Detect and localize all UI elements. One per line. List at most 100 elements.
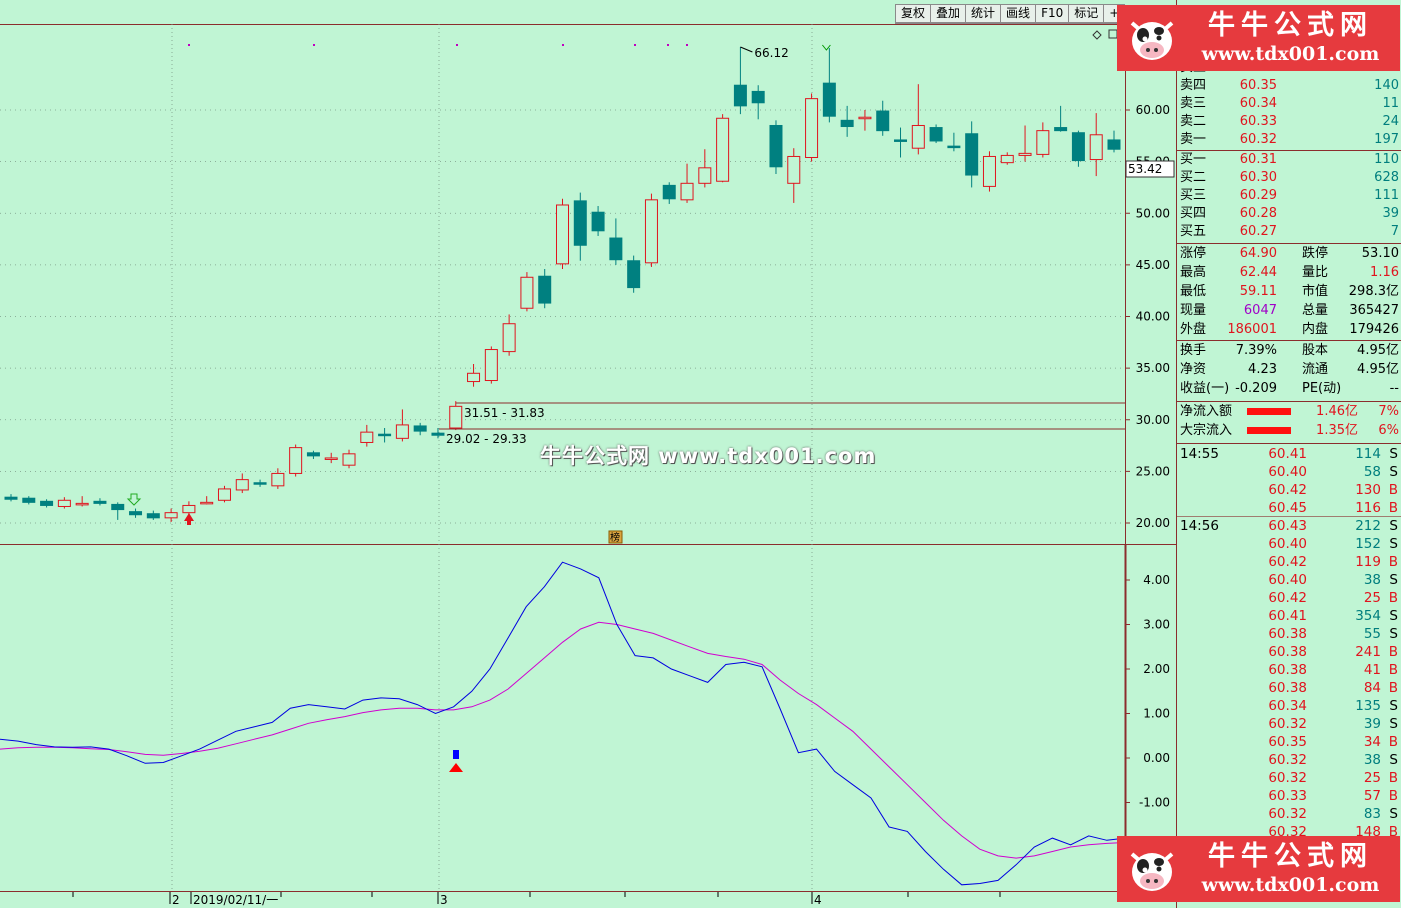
overlay-button[interactable]: 叠加 — [930, 4, 967, 23]
tick-row: 60.40 58 S — [1177, 463, 1401, 481]
candle-body — [1000, 154, 1014, 164]
statistics-button[interactable]: 统计 — [965, 4, 1002, 23]
tick-side: B — [1388, 590, 1398, 606]
tick-volume: 116 — [1355, 500, 1381, 516]
bid-price: 60.28 — [1239, 206, 1277, 221]
signal-dot — [188, 44, 190, 46]
candle-body — [520, 276, 534, 309]
stat-key: 内盘 — [1302, 322, 1329, 337]
ask-row: 卖二 60.33 24 — [1177, 113, 1401, 131]
candle-body — [306, 452, 320, 457]
bid-volume: 111 — [1374, 188, 1399, 203]
bid-volume: 110 — [1374, 152, 1399, 167]
stat-value: 6047 — [1243, 303, 1277, 318]
stat-value: 53.10 — [1361, 246, 1399, 261]
tick-volume: 135 — [1355, 698, 1381, 714]
bid-price: 60.30 — [1239, 170, 1277, 185]
bid-label: 买三 — [1180, 188, 1207, 203]
candle — [982, 151, 996, 192]
candle — [556, 198, 569, 270]
tick-price: 60.42 — [1268, 590, 1307, 606]
tick-side: S — [1389, 446, 1398, 462]
tick-row: 60.42 130 B — [1177, 481, 1401, 499]
signal-dot — [313, 44, 315, 46]
stat-key: 最高 — [1180, 265, 1207, 280]
flow-divider — [1177, 401, 1401, 402]
indicator-axis-label: 1.00 — [1143, 707, 1170, 721]
tick-volume: 41 — [1363, 662, 1381, 678]
candle-body — [751, 90, 765, 104]
tick-side: S — [1389, 572, 1398, 588]
draw-line-button[interactable]: 画线 — [1000, 4, 1037, 23]
indicator-axis-label: -1.00 — [1139, 796, 1170, 810]
flow-row: 大宗流入 1.35亿 6% — [1177, 422, 1401, 440]
tick-side: S — [1389, 518, 1398, 534]
price-axis-label: 40.00 — [1136, 310, 1170, 324]
flow-label: 大宗流入 — [1180, 423, 1233, 438]
price-axis-label: 30.00 — [1136, 413, 1170, 427]
date-label: 3 — [440, 893, 448, 907]
fundamental-key: 收益(一) — [1180, 381, 1230, 396]
bid-row: 买二 60.30 628 — [1177, 169, 1401, 187]
tick-price: 60.32 — [1268, 752, 1307, 768]
signal-dot — [456, 44, 458, 46]
tick-price: 60.32 — [1268, 770, 1307, 786]
candle-body — [733, 84, 747, 107]
chart-toolbar: 复权 叠加 统计 画线 F10 标记 + — [895, 4, 1126, 24]
tick-price: 60.42 — [1268, 482, 1307, 498]
logo-title: 牛牛公式网 — [1208, 10, 1373, 41]
tick-volume: 241 — [1355, 644, 1381, 660]
tick-row: 60.42 119 B — [1177, 553, 1401, 571]
ticks-divider — [1177, 443, 1401, 444]
stat-key: 外盘 — [1180, 322, 1207, 337]
stat-key: 量比 — [1302, 265, 1329, 280]
tick-side: B — [1388, 662, 1398, 678]
tick-row: 60.38 84 B — [1177, 679, 1401, 697]
fundamental-value: -- — [1389, 381, 1399, 396]
quote-panel: 卖五60.3640卖四60.35140卖三60.3411卖二60.3324卖一6… — [1176, 0, 1401, 908]
fuquan-button[interactable]: 复权 — [895, 4, 932, 23]
candle-body — [858, 116, 872, 120]
tick-price: 60.41 — [1268, 608, 1307, 624]
candle-body — [484, 349, 498, 382]
flow-value: 1.46亿 — [1316, 404, 1358, 419]
tick-price: 60.41 — [1268, 446, 1307, 462]
candle — [929, 124, 943, 144]
fundamental-value: 7.39% — [1235, 343, 1277, 358]
ask-price: 60.35 — [1239, 78, 1277, 93]
flow-value: 1.35亿 — [1316, 423, 1358, 438]
tick-volume: 57 — [1363, 788, 1381, 804]
fundamental-key: 股本 — [1302, 343, 1329, 358]
tick-volume: 130 — [1355, 482, 1381, 498]
candle-body — [217, 488, 231, 501]
stat-value: 59.11 — [1239, 284, 1277, 299]
candle-body — [57, 499, 71, 507]
tick-row: 60.38 241 B — [1177, 643, 1401, 661]
tick-side: B — [1388, 644, 1398, 660]
tick-price: 60.33 — [1268, 788, 1307, 804]
candle-body — [680, 182, 694, 201]
tick-side: B — [1388, 770, 1398, 786]
candle-body — [894, 139, 908, 142]
price-axis-label: 45.00 — [1136, 258, 1170, 272]
mark-button[interactable]: 标记 — [1068, 4, 1105, 23]
ask-label: 卖三 — [1180, 96, 1207, 111]
candle-body — [360, 431, 374, 443]
fundamental-key: 净资 — [1180, 362, 1207, 377]
date-label: 2 — [172, 893, 180, 907]
candle-body — [787, 155, 801, 184]
signal-dot — [667, 44, 669, 46]
ask-label: 卖二 — [1180, 114, 1207, 129]
stat-value: 1.16 — [1370, 265, 1399, 280]
tick-side: S — [1389, 716, 1398, 732]
f10-button[interactable]: F10 — [1035, 4, 1070, 23]
tick-row: 60.32 38 S — [1177, 751, 1401, 769]
tick-price: 60.35 — [1268, 734, 1307, 750]
candle — [805, 93, 819, 162]
candle-body — [182, 504, 196, 514]
stat-key: 总量 — [1302, 303, 1329, 318]
candle-body — [947, 145, 961, 149]
tick-side: S — [1389, 626, 1398, 642]
stat-key: 市值 — [1302, 284, 1329, 299]
candle-body — [271, 472, 285, 487]
